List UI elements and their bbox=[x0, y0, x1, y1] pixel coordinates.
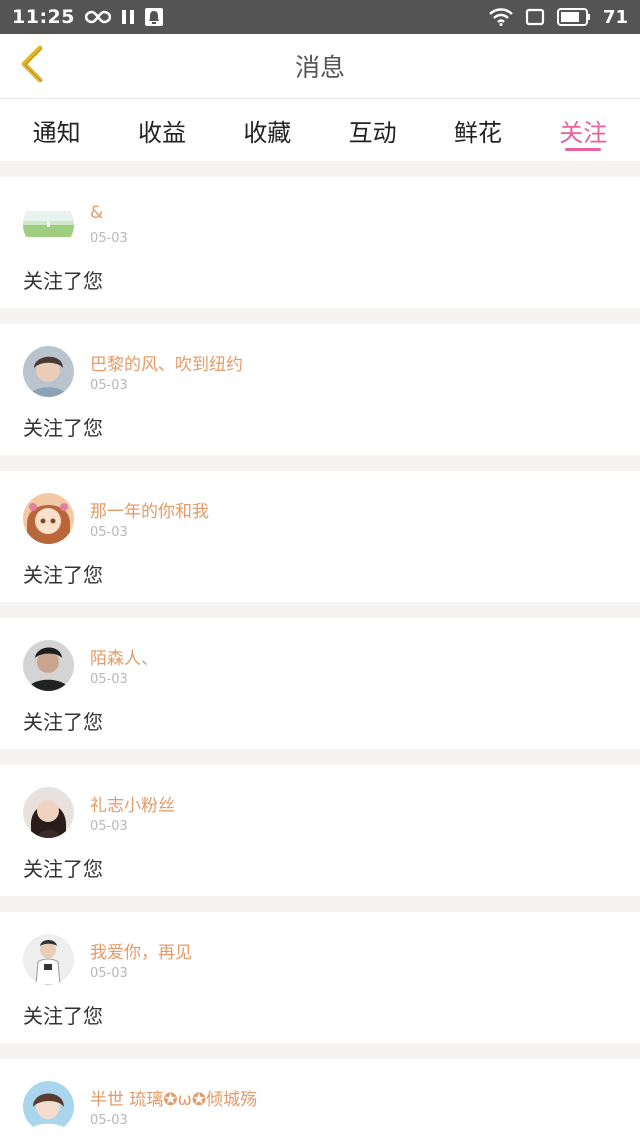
item-action-text: 关注了您 bbox=[23, 710, 103, 734]
list-item[interactable]: 礼志小粉丝 05-03 关注了您 bbox=[0, 765, 640, 896]
header: 消息 bbox=[0, 34, 640, 99]
screen: 11:25 71 消息 通知 收益 收藏 互动 鲜花 关注 & 05-03 关注… bbox=[0, 0, 640, 1138]
list-item[interactable]: & 05-03 关注了您 bbox=[0, 177, 640, 308]
status-left: 11:25 bbox=[12, 6, 163, 28]
tab-following[interactable]: 关注 bbox=[531, 99, 636, 161]
item-date: 05-03 bbox=[90, 231, 128, 246]
follow-list: & 05-03 关注了您 巴黎的风、吹到纽约 05-03 关注了您 那一年的你和… bbox=[0, 161, 640, 1138]
user-name[interactable]: 那一年的你和我 bbox=[90, 497, 209, 522]
list-item[interactable]: 那一年的你和我 05-03 关注了您 bbox=[0, 471, 640, 602]
user-name[interactable]: 巴黎的风、吹到纽约 bbox=[90, 350, 243, 375]
user-name[interactable]: & bbox=[90, 203, 103, 223]
page-title: 消息 bbox=[294, 53, 345, 82]
list-item[interactable]: 陌森人、 05-03 关注了您 bbox=[0, 618, 640, 749]
screen-icon bbox=[525, 8, 545, 26]
status-time: 11:25 bbox=[12, 6, 75, 28]
avatar[interactable] bbox=[23, 787, 74, 838]
wifi-icon bbox=[489, 8, 513, 26]
tab-flowers[interactable]: 鲜花 bbox=[425, 99, 530, 161]
list-item[interactable]: 半世 琉璃✪ω✪倾城殇 05-03 bbox=[0, 1059, 640, 1138]
back-button[interactable] bbox=[14, 45, 50, 87]
list-item[interactable]: 巴黎的风、吹到纽约 05-03 关注了您 bbox=[0, 324, 640, 455]
item-date: 05-03 bbox=[90, 966, 128, 981]
status-right: 71 bbox=[489, 7, 628, 28]
item-date: 05-03 bbox=[90, 378, 128, 393]
item-date: 05-03 bbox=[90, 672, 128, 687]
battery-level: 71 bbox=[602, 6, 628, 28]
user-name[interactable]: 礼志小粉丝 bbox=[90, 791, 175, 816]
avatar[interactable] bbox=[23, 640, 74, 691]
item-date: 05-03 bbox=[90, 525, 128, 540]
avatar[interactable] bbox=[23, 346, 74, 397]
item-action-text: 关注了您 bbox=[23, 1004, 103, 1028]
tab-notifications[interactable]: 通知 bbox=[4, 99, 109, 161]
tab-earnings[interactable]: 收益 bbox=[109, 99, 214, 161]
chevron-left-icon bbox=[18, 45, 46, 87]
user-name[interactable]: 半世 琉璃✪ω✪倾城殇 bbox=[90, 1085, 257, 1110]
infinity-icon bbox=[84, 10, 111, 24]
item-date: 05-03 bbox=[90, 819, 128, 834]
item-action-text: 关注了您 bbox=[23, 269, 103, 293]
tab-bar: 通知 收益 收藏 互动 鲜花 关注 bbox=[0, 99, 640, 161]
status-bar: 11:25 71 bbox=[0, 0, 640, 34]
user-name[interactable]: 陌森人、 bbox=[90, 644, 158, 669]
notification-icon bbox=[144, 8, 163, 26]
pause-icon bbox=[121, 9, 135, 25]
battery-icon bbox=[556, 8, 591, 26]
tab-favorites[interactable]: 收藏 bbox=[215, 99, 320, 161]
item-date: 05-03 bbox=[90, 1113, 128, 1128]
avatar[interactable] bbox=[23, 934, 74, 985]
avatar[interactable] bbox=[23, 1081, 74, 1132]
item-action-text: 关注了您 bbox=[23, 416, 103, 440]
avatar[interactable] bbox=[23, 493, 74, 544]
item-action-text: 关注了您 bbox=[23, 857, 103, 881]
list-item[interactable]: 我爱你，再见 05-03 关注了您 bbox=[0, 912, 640, 1043]
avatar[interactable] bbox=[23, 199, 74, 250]
user-name[interactable]: 我爱你，再见 bbox=[90, 938, 192, 963]
tab-interactions[interactable]: 互动 bbox=[320, 99, 425, 161]
item-action-text: 关注了您 bbox=[23, 563, 103, 587]
